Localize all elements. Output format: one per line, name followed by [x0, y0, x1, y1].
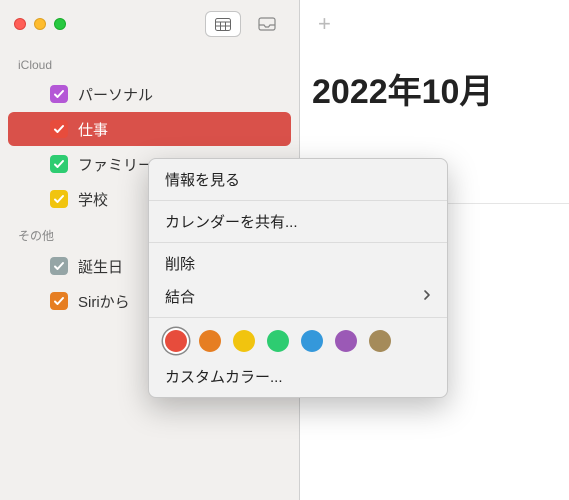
page-title: 2022年10月 — [300, 48, 569, 129]
color-swatch[interactable] — [335, 330, 357, 352]
color-swatch[interactable] — [199, 330, 221, 352]
color-swatch[interactable] — [233, 330, 255, 352]
close-icon[interactable] — [14, 18, 26, 30]
calendar-checkbox[interactable] — [50, 190, 68, 208]
color-swatch[interactable] — [301, 330, 323, 352]
minimize-icon[interactable] — [34, 18, 46, 30]
main-toolbar: + — [300, 0, 569, 48]
calendar-checkbox[interactable] — [50, 120, 68, 138]
menu-separator — [149, 200, 447, 201]
window-controls — [14, 18, 66, 30]
calendar-label: 誕生日 — [78, 256, 123, 277]
calendar-checkbox[interactable] — [50, 257, 68, 275]
calendar-checkbox[interactable] — [50, 85, 68, 103]
calendar-item[interactable]: 仕事 — [8, 112, 291, 146]
color-swatch[interactable] — [165, 330, 187, 352]
calendar-checkbox[interactable] — [50, 155, 68, 173]
calendar-label: 仕事 — [78, 119, 108, 140]
calendar-item[interactable]: パーソナル — [8, 77, 291, 111]
color-swatch[interactable] — [267, 330, 289, 352]
menu-item[interactable]: 削除 — [149, 247, 447, 280]
add-event-button[interactable]: + — [318, 11, 331, 37]
inbox-button[interactable] — [249, 11, 285, 37]
color-swatch[interactable] — [369, 330, 391, 352]
menu-item[interactable]: 結合 — [149, 280, 447, 313]
calendar-label: パーソナル — [78, 84, 153, 105]
titlebar — [0, 0, 299, 48]
chevron-right-icon — [423, 288, 431, 305]
menu-separator — [149, 242, 447, 243]
calendar-label: Siriから — [78, 291, 130, 312]
calendar-checkbox[interactable] — [50, 292, 68, 310]
sidebar-section-header: iCloud — [0, 48, 299, 76]
menu-item-label: カスタムカラー... — [165, 366, 283, 387]
menu-separator — [149, 317, 447, 318]
menu-item-label: カレンダーを共有... — [165, 211, 298, 232]
menu-item[interactable]: カレンダーを共有... — [149, 205, 447, 238]
zoom-icon[interactable] — [54, 18, 66, 30]
menu-item-label: 結合 — [165, 286, 195, 307]
menu-item[interactable]: カスタムカラー... — [149, 360, 447, 393]
calendar-label: 学校 — [78, 189, 108, 210]
menu-item-label: 情報を見る — [165, 169, 240, 190]
calendar-label: ファミリー — [78, 154, 153, 175]
menu-item[interactable]: 情報を見る — [149, 163, 447, 196]
calendar-view-button[interactable] — [205, 11, 241, 37]
context-menu: 情報を見るカレンダーを共有... 削除結合カスタムカラー... — [148, 158, 448, 398]
menu-item-label: 削除 — [165, 253, 195, 274]
color-swatch-row — [149, 322, 447, 360]
